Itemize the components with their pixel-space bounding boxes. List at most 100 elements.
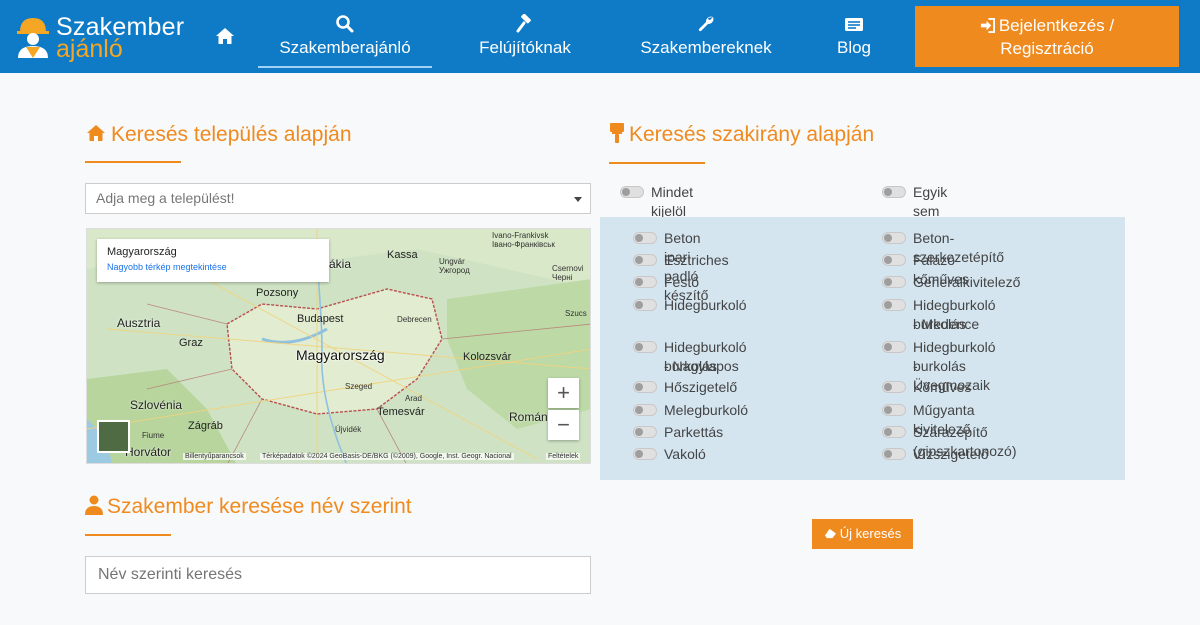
logo-text-bottom: ajánló [56,35,123,63]
toggle-switch[interactable] [633,341,657,353]
nav-home[interactable] [207,0,243,68]
map-satellite-toggle[interactable] [97,420,130,453]
toggle-switch[interactable] [882,341,906,353]
map-label: Івано-Франківськ [492,240,555,249]
login-line1: Bejelentkezés / [915,14,1179,37]
category-label-line2: burkolás [913,358,966,374]
category-label: Generálkivitelező [913,274,1021,290]
home-icon [87,125,105,141]
category-label: Kőműves [913,379,972,395]
keyboard-shortcuts-link[interactable]: Billentyűparancsok [183,453,246,460]
login-register-button[interactable]: Bejelentkezés / Regisztráció [915,6,1179,67]
nav-label: Szakembereknek [640,38,772,57]
larger-map-link[interactable]: Nagyobb térkép megtekintése [107,262,319,272]
map-label: Csernovi [552,264,584,273]
toggle-switch[interactable] [882,404,906,416]
map-label: Черні [552,273,573,282]
toggle-switch[interactable] [882,448,906,460]
wrench-icon [698,16,714,32]
user-icon [85,495,103,515]
toggle-switch[interactable] [882,276,906,288]
toggle-switch[interactable] [633,276,657,288]
settlement-select[interactable]: Adja meg a települést! [85,183,591,214]
toggle-label: Egyik sem [913,184,948,219]
category-label: Vakoló [664,446,706,462]
map-label: Fiume [142,431,165,440]
map-label: Román [509,410,548,424]
map-label: Szeged [345,382,373,391]
category-label: Esztriches [664,252,729,268]
home-icon [216,28,234,44]
caret-down-icon [574,197,582,202]
category-label-line2: burkolás [664,358,717,374]
map-data-attribution: Térképadatok ©2024 GeoBasis-DE/BKG (©200… [260,453,514,460]
name-search-title: Szakember keresése név szerint [85,495,412,519]
toggle-switch[interactable] [882,299,906,311]
title-underline [609,162,705,164]
toggle-switch[interactable] [633,448,657,460]
location-search-title: Keresés település alapján [85,123,352,147]
category-label-line2: burkolás [913,316,966,332]
toggle-switch[interactable] [633,381,657,393]
map-info-title: Magyarország [107,246,177,258]
new-search-button[interactable]: Új keresés [812,519,913,549]
map-footer: Billentyűparancsok Térképadatok ©2024 Ge… [87,450,590,463]
map-label: Zágráb [188,420,223,432]
category-label: Vízszigetelő [913,446,989,462]
map-zoom-in-button[interactable]: + [548,378,579,408]
sign-in-icon [980,18,995,33]
toggle-switch[interactable] [882,381,906,393]
map-label: Ужгород [439,266,470,275]
name-search-input[interactable] [85,556,591,594]
map-label: Temesvár [377,406,425,418]
map-label: Pozsony [256,287,299,299]
google-map[interactable]: Ivano-Frankivsk Івано-Франківськ vákia K… [86,228,591,464]
map-label: Budapest [297,313,344,325]
site-logo[interactable]: Szakember ajánló [10,10,190,63]
toggle-switch[interactable] [620,186,644,198]
nav-label: Blog [836,38,872,57]
eraser-icon [824,528,836,539]
toggle-switch[interactable] [633,299,657,311]
map-label: Kolozsvár [463,351,512,363]
category-search-title: Keresés szakirány alapján [609,123,874,147]
map-label: Kassa [387,249,418,261]
category-label: Festő [664,274,700,290]
map-info-card: Magyarország Nagyobb térkép megtekintése [97,239,329,282]
title-underline [85,161,181,163]
map-label: Graz [179,337,203,349]
toggle-label: Mindet kijelöl [651,184,694,219]
toggle-switch[interactable] [882,232,906,244]
toggle-switch[interactable] [633,426,657,438]
toggle-switch[interactable] [633,232,657,244]
worker-logo-icon [17,18,49,58]
map-label: Arad [405,394,422,403]
category-label: Hőszigetelő [664,379,738,395]
nav-label: Szakemberajánló [279,38,411,57]
map-terms-link[interactable]: Feltételek [546,453,581,460]
nav-label: Felújítóknak [479,38,571,57]
top-navbar: Szakember ajánló Szakemberajánló Felújít… [0,0,1200,73]
nav-szakemberajanlo[interactable]: Szakemberajánló [258,0,432,68]
nav-felujitoknak[interactable]: Felújítóknak [462,0,588,68]
nav-szakembereknek[interactable]: Szakembereknek [624,0,788,68]
toggle-switch[interactable] [633,254,657,266]
search-icon [336,15,354,33]
map-label: Újvidék [335,425,362,434]
toggle-switch[interactable] [882,426,906,438]
category-label: Melegburkoló [664,402,749,418]
toggle-switch[interactable] [882,254,906,266]
toggle-switch[interactable] [882,186,906,198]
map-label: Szucs [565,309,587,318]
map-label: Szlovénia [130,398,183,412]
category-label: Hidegburkoló [664,297,747,313]
map-label: Ivano-Frankivsk [492,231,549,240]
map-label: Ungvár [439,257,465,266]
nav-blog[interactable]: Blog [822,0,886,68]
toggle-switch[interactable] [633,404,657,416]
map-zoom-out-button[interactable]: − [548,410,579,440]
paint-brush-icon [610,123,624,143]
title-underline [85,534,171,536]
map-label: Ausztria [117,316,161,330]
settlement-select-placeholder: Adja meg a települést! [96,190,235,206]
